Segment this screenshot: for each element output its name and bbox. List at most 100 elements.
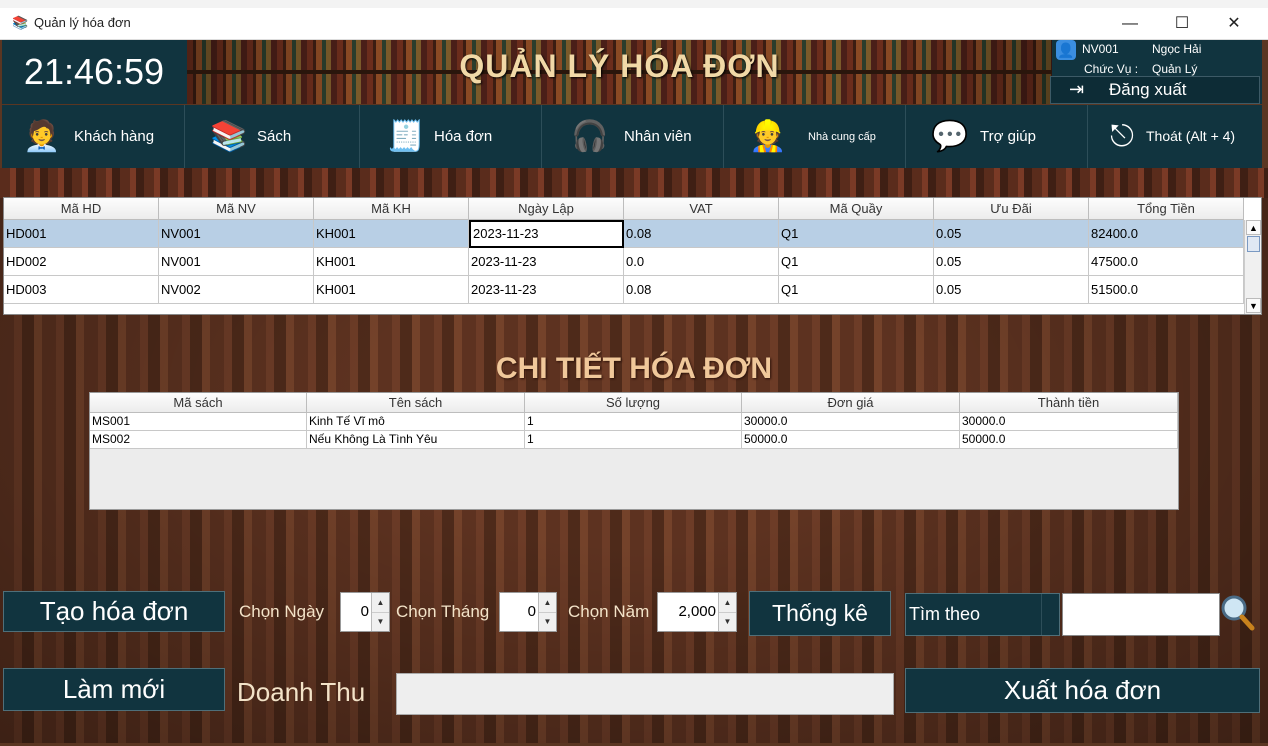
table-cell[interactable]: 0.05: [934, 248, 1089, 276]
statistics-button[interactable]: Thống kê: [749, 591, 891, 636]
column-header[interactable]: Số lượng: [525, 393, 742, 413]
month-value[interactable]: 0: [528, 593, 536, 631]
table-cell[interactable]: 0.0: [624, 248, 779, 276]
table-cell[interactable]: 1: [525, 413, 742, 431]
column-header[interactable]: Mã HD: [4, 198, 159, 220]
invoice-table[interactable]: Mã HD Mã NV Mã KH Ngày Lập VAT Mã Quầy Ư…: [3, 197, 1262, 315]
table-cell[interactable]: KH001: [314, 276, 469, 304]
column-header[interactable]: Tổng Tiền: [1089, 198, 1244, 220]
search-icon: [1221, 595, 1255, 631]
day-value[interactable]: 0: [361, 593, 369, 631]
maximize-button[interactable]: ☐: [1156, 8, 1208, 39]
table-cell-focused[interactable]: 2023-11-23: [469, 220, 624, 248]
table-cell[interactable]: 2023-11-23: [469, 276, 624, 304]
column-header[interactable]: Thành tiền: [960, 393, 1178, 413]
table-row[interactable]: HD001 NV001 KH001 2023-11-23 0.08 Q1 0.0…: [4, 220, 1244, 248]
nav-employees[interactable]: 🎧 Nhân viên: [542, 105, 724, 168]
table-cell[interactable]: MS002: [90, 431, 307, 449]
year-value[interactable]: 2,000: [678, 593, 716, 631]
export-invoice-button[interactable]: Xuất hóa đơn: [905, 668, 1260, 713]
spinner-up-icon[interactable]: ▲: [372, 593, 389, 613]
table-cell[interactable]: 30000.0: [742, 413, 960, 431]
spinner-buttons: ▲ ▼: [718, 593, 736, 631]
table-cell[interactable]: NV002: [159, 276, 314, 304]
table-row[interactable]: MS001 Kinh Tế Vĩ mô 1 30000.0 30000.0: [90, 413, 1178, 431]
column-header[interactable]: VAT: [624, 198, 779, 220]
detail-title: CHI TIẾT HÓA ĐƠN: [495, 352, 773, 385]
nav-customers[interactable]: 🧑‍💼 Khách hàng: [2, 105, 185, 168]
table-cell[interactable]: Kinh Tế Vĩ mô: [307, 413, 525, 431]
table-cell[interactable]: KH001: [314, 248, 469, 276]
search-input[interactable]: [1062, 593, 1220, 636]
table-cell[interactable]: 51500.0: [1089, 276, 1244, 304]
table-scrollbar[interactable]: ▲ ▼: [1244, 220, 1261, 314]
nav-suppliers[interactable]: 👷 Nhà cung cấp: [724, 105, 906, 168]
nav-label: Khách hàng: [74, 128, 155, 145]
spinner-down-icon[interactable]: ▼: [719, 612, 736, 631]
table-row[interactable]: HD003 NV002 KH001 2023-11-23 0.08 Q1 0.0…: [4, 276, 1244, 304]
table-cell[interactable]: NV001: [159, 248, 314, 276]
day-spinner[interactable]: 0 ▲ ▼: [340, 592, 390, 632]
column-header[interactable]: Tên sách: [307, 393, 525, 413]
column-header[interactable]: Mã KH: [314, 198, 469, 220]
table-cell[interactable]: 0.05: [934, 276, 1089, 304]
scroll-up-arrow-icon[interactable]: ▲: [1246, 220, 1261, 235]
table-row[interactable]: HD002 NV001 KH001 2023-11-23 0.0 Q1 0.05…: [4, 248, 1244, 276]
nav-help[interactable]: 💬 Trợ giúp: [906, 105, 1088, 168]
table-cell[interactable]: 50000.0: [960, 431, 1178, 449]
scroll-down-arrow-icon[interactable]: ▼: [1246, 298, 1261, 313]
bookshelf-banner: QUẢN LÝ HÓA ĐƠN: [187, 40, 1052, 104]
table-cell[interactable]: 0.05: [934, 220, 1089, 248]
spinner-up-icon[interactable]: ▲: [719, 593, 736, 613]
column-header[interactable]: Mã sách: [90, 393, 307, 413]
table-cell[interactable]: Nếu Không Là Tình Yêu: [307, 431, 525, 449]
nav-label: Thoát (Alt + 4): [1146, 128, 1236, 144]
table-cell[interactable]: NV001: [159, 220, 314, 248]
year-spinner[interactable]: 2,000 ▲ ▼: [657, 592, 737, 632]
search-by-select[interactable]: Tìm theo: [905, 593, 1060, 636]
spinner-down-icon[interactable]: ▼: [372, 612, 389, 631]
column-header[interactable]: Ưu Đãi: [934, 198, 1089, 220]
search-button[interactable]: [1220, 592, 1256, 632]
minimize-button[interactable]: —: [1104, 8, 1156, 39]
column-header[interactable]: Ngày Lập: [469, 198, 624, 220]
table-row-partial[interactable]: [4, 304, 1244, 314]
invoice-detail-table[interactable]: Mã sách Tên sách Số lượng Đơn giá Thành …: [89, 392, 1179, 510]
spinner-up-icon[interactable]: ▲: [539, 593, 556, 613]
table-cell[interactable]: Q1: [779, 220, 934, 248]
scroll-thumb[interactable]: [1247, 236, 1260, 252]
spinner-buttons: ▲ ▼: [371, 593, 389, 631]
nav-invoices[interactable]: 🧾 Hóa đơn: [360, 105, 542, 168]
table-cell[interactable]: Q1: [779, 248, 934, 276]
table-cell[interactable]: MS001: [90, 413, 307, 431]
table-cell[interactable]: 47500.0: [1089, 248, 1244, 276]
spinner-down-icon[interactable]: ▼: [539, 612, 556, 631]
table-cell[interactable]: KH001: [314, 220, 469, 248]
nav-books[interactable]: 📚 Sách: [185, 105, 360, 168]
dropdown-arrow-icon[interactable]: [1041, 594, 1060, 635]
table-cell[interactable]: 50000.0: [742, 431, 960, 449]
table-cell[interactable]: HD002: [4, 248, 159, 276]
table-cell[interactable]: 30000.0: [960, 413, 1178, 431]
customer-icon: 🧑‍💼: [23, 120, 61, 153]
table-cell[interactable]: Q1: [779, 276, 934, 304]
table-row[interactable]: MS002 Nếu Không Là Tình Yêu 1 50000.0 50…: [90, 431, 1178, 449]
refresh-button[interactable]: Làm mới: [3, 668, 225, 711]
month-spinner[interactable]: 0 ▲ ▼: [499, 592, 557, 632]
close-button[interactable]: ✕: [1208, 8, 1260, 39]
table-cell[interactable]: HD003: [4, 276, 159, 304]
search-by-label: Tìm theo: [909, 604, 981, 624]
table-cell[interactable]: 0.08: [624, 276, 779, 304]
table-cell[interactable]: HD001: [4, 220, 159, 248]
table-cell[interactable]: 1: [525, 431, 742, 449]
nav-label: Sách: [257, 128, 292, 145]
column-header[interactable]: Đơn giá: [742, 393, 960, 413]
logout-button[interactable]: ⇥ Đăng xuất: [1050, 76, 1260, 104]
create-invoice-button[interactable]: Tạo hóa đơn: [3, 591, 225, 632]
table-cell[interactable]: 2023-11-23: [469, 248, 624, 276]
table-cell[interactable]: 82400.0: [1089, 220, 1244, 248]
column-header[interactable]: Mã NV: [159, 198, 314, 220]
table-cell[interactable]: 0.08: [624, 220, 779, 248]
column-header[interactable]: Mã Quầy: [779, 198, 934, 220]
nav-exit[interactable]: ⎋ Thoát (Alt + 4): [1088, 105, 1262, 168]
